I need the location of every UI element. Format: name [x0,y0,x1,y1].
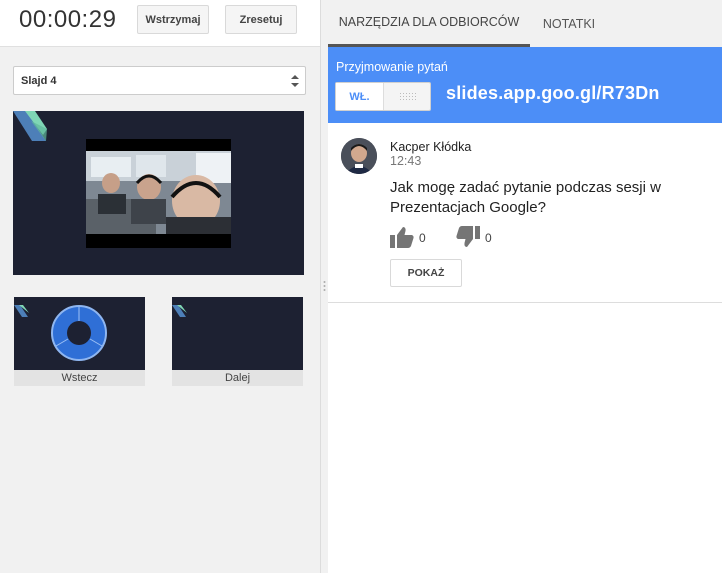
slide-corner-logo [13,111,47,141]
avatar [341,138,377,174]
previous-slide-thumbnail[interactable]: Wstecz [14,297,145,386]
tab-notes[interactable]: NOTATKI [530,0,608,47]
qa-url[interactable]: slides.app.goo.gl/R73Dn [446,83,660,104]
qa-toggle-on-label: WŁ. [336,83,384,110]
toggle-grip-icon [400,93,416,100]
previous-slide-image [14,297,145,370]
slide-select[interactable]: Slajd 4 [13,66,306,95]
presenter-panel: 00:00:29 Wstrzymaj Zresetuj Slajd 4 Wste… [0,0,320,573]
qa-toggle[interactable]: WŁ. [335,82,431,111]
tab-audience-tools[interactable]: NARZĘDZIA DLA ODBIORCÓW [328,0,530,47]
question-text: Jak mogę zadać pytanie podczas sesji w P… [390,179,661,216]
pause-button[interactable]: Wstrzymaj [137,5,209,34]
audience-tools-panel: NARZĘDZIA DLA ODBIORCÓW NOTATKI Przyjmow… [328,0,722,573]
previous-slide-label: Wstecz [14,370,145,386]
thumbs-up-icon[interactable] [390,226,414,248]
show-question-button[interactable]: POKAŻ [390,259,462,287]
question-card: Kacper Kłódka 12:43 Jak mogę zadać pytan… [328,123,722,303]
upvote-count: 0 [419,231,426,245]
slide-select-value: Slajd 4 [21,74,57,87]
drag-handle-icon [323,281,326,291]
thumbs-down-icon[interactable] [456,226,480,248]
qa-title: Przyjmowanie pytań [336,60,448,74]
downvote-count: 0 [485,231,492,245]
slide-video [86,139,231,248]
question-author: Kacper Kłódka [390,140,472,154]
next-slide-image [172,297,303,370]
qa-header: Przyjmowanie pytań WŁ. slides.app.goo.gl… [328,47,722,123]
next-slide-label: Dalej [172,370,303,386]
timer: 00:00:29 [19,6,117,33]
current-slide-preview [13,111,304,275]
timer-bar: 00:00:29 Wstrzymaj Zresetuj [0,0,320,47]
question-time: 12:43 [390,154,422,168]
next-slide-thumbnail[interactable]: Dalej [172,297,303,386]
reset-button[interactable]: Zresetuj [225,5,297,34]
panel-splitter[interactable] [320,0,328,573]
tab-bar: NARZĘDZIA DLA ODBIORCÓW NOTATKI [328,0,722,47]
select-arrows-icon [291,75,299,87]
